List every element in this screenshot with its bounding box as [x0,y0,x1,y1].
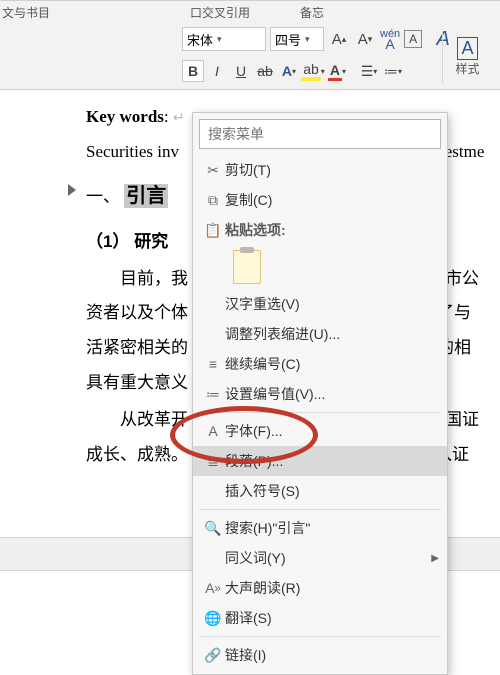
ribbon-top-row: 文与书目 口交叉引用 备忘 [0,1,500,23]
list-icon: ≡ [201,356,225,372]
context-menu: ✂剪切(T) ⧉复制(C) 📋粘贴选项: 汉字重选(V) 调整列表缩进(U)..… [192,112,448,675]
font-size-dropdown[interactable]: 四号 ▾ [270,27,324,51]
highlight-button[interactable]: ab▾ [302,60,324,82]
h2-number: （1） [86,232,129,251]
menu-continue-numbering[interactable]: ≡继续编号(C) [193,349,447,379]
menu-search-input[interactable] [199,119,441,149]
font-name-dropdown[interactable]: 宋体 ▾ [182,27,266,51]
menu-font[interactable]: A字体(F)... [193,416,447,446]
menu-adjust-indent[interactable]: 调整列表缩进(U)... [193,319,447,349]
font-size-value: 四号 [275,30,301,49]
menu-separator [199,636,441,637]
menu-translate[interactable]: 🌐翻译(S) [193,603,447,633]
ribbon: 文与书目 口交叉引用 备忘 宋体 ▾ 四号 ▾ A▴ A▾ wénA A A B I… [0,0,500,90]
read-aloud-icon: A» [201,580,225,596]
text-frag: Securities inv [86,142,179,161]
styles-group[interactable]: A 样式 [442,31,492,83]
menu-paste-heading: 📋粘贴选项: [193,215,447,245]
styles-label: 样式 [455,60,479,77]
strikethrough-button[interactable]: ab [254,60,276,82]
caret-icon: ▾ [305,34,310,45]
menu-copy[interactable]: ⧉复制(C) [193,185,447,215]
chevron-right-icon: ▶ [431,553,439,564]
ribbon-group-citations: 文与书目 [2,4,50,21]
menu-separator [199,509,441,510]
menu-paragraph[interactable]: ≣段落(P)... [193,446,447,476]
h1-title-selected[interactable]: 引言 [124,184,168,208]
phonetic-guide-button[interactable]: wénA [380,29,400,49]
keywords-colon: : [164,107,169,126]
h1-number: 一、 [86,187,120,206]
char-border-button[interactable]: A [404,30,422,48]
menu-set-number-value[interactable]: ≔设置编号值(V)... [193,379,447,409]
text-effects-button[interactable]: A▾ [278,60,300,82]
menu-separator [199,412,441,413]
grow-font-button[interactable]: A▴ [328,28,350,50]
h2-title: 研究 [134,232,168,251]
keywords-label: Key words [86,107,164,126]
caret-icon: ▾ [217,34,222,45]
paragraph-icon: ≣ [201,453,225,470]
menu-paste-options [193,245,447,289]
menu-hanzi-reconvert[interactable]: 汉字重选(V) [193,289,447,319]
search-icon: 🔍 [201,520,225,537]
bullets-button[interactable]: ☰▾ [358,60,380,82]
link-icon: 🔗 [201,647,225,664]
italic-button[interactable]: I [206,60,228,82]
ribbon-btn-crossref[interactable]: 口交叉引用 [190,4,250,21]
menu-link[interactable]: 🔗链接(I) [193,640,447,670]
menu-search-wrap [199,119,441,149]
list-set-icon: ≔ [201,386,225,403]
font-name-value: 宋体 [187,30,213,49]
paste-keep-source-button[interactable] [233,250,261,284]
underline-button[interactable]: U [230,60,252,82]
menu-synonyms[interactable]: 同义词(Y)▶ [193,543,447,573]
menu-read-aloud[interactable]: A»大声朗读(R) [193,573,447,603]
copy-icon: ⧉ [201,192,225,209]
styles-icon: A [457,37,477,60]
ribbon-group-memo: 备忘 [300,4,324,21]
menu-insert-symbol[interactable]: 插入符号(S) [193,476,447,506]
menu-cut[interactable]: ✂剪切(T) [193,155,447,185]
font-color-button[interactable]: A▾ [326,60,348,82]
font-icon: A [201,423,225,439]
pilcrow-icon: ↵ [173,111,185,126]
numbering-button[interactable]: ≔▾ [382,60,404,82]
outline-collapse-icon[interactable] [68,184,76,196]
scissors-icon: ✂ [201,162,225,179]
bold-button[interactable]: B [182,60,204,82]
clipboard-icon: 📋 [201,222,225,239]
shrink-font-button[interactable]: A▾ [354,28,376,50]
translate-icon: 🌐 [201,610,225,627]
menu-search-selection[interactable]: 🔍搜索(H)"引言" [193,513,447,543]
